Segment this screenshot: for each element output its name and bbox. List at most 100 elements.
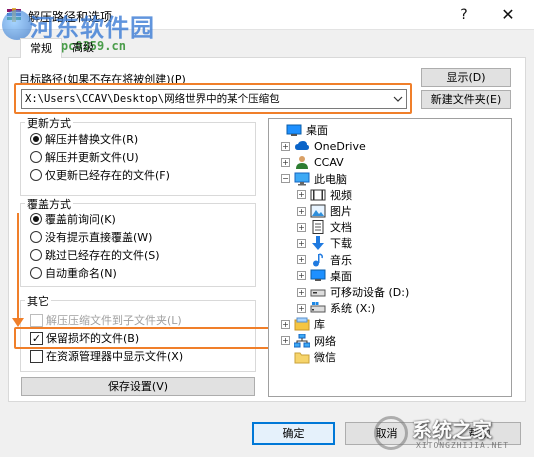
tree-item[interactable]: − 此电脑 (281, 171, 347, 187)
radio-indicator[interactable] (30, 151, 42, 163)
radio-label: 解压并替换文件(R) (45, 133, 139, 146)
tree-item-label: 下载 (330, 237, 352, 251)
radio-label: 跳过已经存在的文件(S) (45, 249, 160, 262)
tree-item[interactable]: 微信 (281, 349, 336, 365)
document-icon (310, 220, 326, 235)
close-button[interactable]: ✕ (496, 4, 520, 26)
update-mode-title: 更新方式 (25, 115, 73, 131)
network-icon (294, 333, 310, 348)
tree-item-label: 库 (314, 318, 325, 332)
radio-label: 自动重命名(N) (45, 267, 117, 280)
expand-icon[interactable]: + (297, 206, 306, 216)
checkbox-extract-to-subfolder: 解压压缩文件到子文件夹(L) (30, 312, 182, 328)
radio-auto-rename[interactable]: 自动重命名(N) (30, 265, 117, 281)
tree-item-label: 此电脑 (314, 172, 347, 186)
radio-extract-replace[interactable]: 解压并替换文件(R) (30, 131, 138, 147)
expand-icon[interactable]: + (297, 303, 306, 313)
misc-title: 其它 (25, 293, 51, 309)
expand-icon[interactable]: + (281, 141, 290, 151)
radio-label: 没有提示直接覆盖(W) (45, 231, 153, 244)
expand-icon[interactable]: + (297, 190, 306, 200)
tree-item-label: 可移动设备 (D:) (330, 286, 410, 299)
tree-item-label: 视频 (330, 188, 352, 202)
tree-item[interactable]: + 视频 (297, 187, 352, 203)
desktop-icon (286, 123, 302, 137)
annotation-arrow-line (17, 213, 19, 321)
watermark-bottom-site-name: 系统之家 (412, 418, 492, 442)
radio-indicator[interactable] (30, 133, 42, 145)
annotation-arrow-head-icon (12, 318, 24, 327)
radio-ask-before-overwrite[interactable]: 覆盖前询问(K) (30, 211, 116, 227)
tree-item[interactable]: 桌面 (273, 122, 328, 138)
tree-item-label: 微信 (314, 350, 336, 364)
tab-general[interactable]: 常规 (20, 38, 62, 58)
save-settings-button[interactable]: 保存设置(V) (21, 377, 255, 396)
collapse-icon[interactable]: − (281, 174, 290, 184)
tree-item[interactable]: + 图片 (297, 203, 352, 219)
tree-item[interactable]: + 网络 (281, 333, 336, 349)
expand-icon[interactable]: + (281, 319, 290, 329)
tree-item[interactable]: + 文档 (297, 219, 352, 235)
radio-overwrite-without-prompt[interactable]: 没有提示直接覆盖(W) (30, 229, 152, 245)
radio-indicator[interactable] (30, 249, 42, 261)
removable-drive-icon (310, 285, 326, 299)
user-icon (294, 155, 310, 170)
radio-extract-update[interactable]: 解压并更新文件(U) (30, 149, 139, 165)
radio-label: 仅更新已经存在的文件(F) (45, 169, 170, 182)
tree-item[interactable]: + 可移动设备 (D:) (297, 284, 409, 300)
folder-tree[interactable]: 桌面 + OneDrive + CCAV − 此电脑 + 视频 + 图片 + 文档 + 下载 + 音乐 + 桌面 + 可… (268, 118, 512, 397)
tree-item[interactable]: + 库 (281, 316, 325, 332)
overwrite-mode-title: 覆盖方式 (25, 196, 73, 212)
picture-icon (310, 204, 326, 218)
radio-indicator[interactable] (30, 267, 42, 279)
music-icon (310, 252, 326, 267)
radio-indicator[interactable] (30, 213, 42, 225)
tree-item[interactable]: + 桌面 (297, 268, 352, 284)
checkbox-label: 解压压缩文件到子文件夹(L) (46, 314, 182, 327)
watermark-bottom-url: XITONGZHIJIA.NET (416, 441, 510, 450)
expand-icon[interactable]: + (297, 222, 306, 232)
path-highlight-box (14, 83, 412, 114)
expand-icon[interactable]: + (281, 157, 290, 167)
expand-icon[interactable]: + (297, 255, 306, 265)
download-icon (310, 236, 326, 251)
tree-item-label: 图片 (330, 205, 352, 218)
tree-item-label: 桌面 (330, 269, 352, 283)
tree-item-label: 系统 (X:) (330, 302, 376, 316)
system-drive-icon (310, 301, 326, 315)
library-icon (294, 317, 310, 331)
radio-fresh-existing[interactable]: 仅更新已经存在的文件(F) (30, 167, 170, 183)
tree-item-label: 桌面 (306, 124, 328, 137)
watermark-bottom: 系统之家 XITONGZHIJIA.NET (372, 410, 534, 457)
computer-icon (294, 172, 310, 186)
checkbox-label: 在资源管理器中显示文件(X) (46, 350, 184, 363)
show-button[interactable]: 显示(D) (421, 68, 511, 87)
ok-button[interactable]: 确定 (252, 422, 335, 445)
tree-item[interactable]: + CCAV (281, 154, 344, 170)
radio-indicator[interactable] (30, 231, 42, 243)
checkbox-show-in-explorer[interactable]: 在资源管理器中显示文件(X) (30, 348, 183, 364)
checkbox-indicator[interactable] (30, 349, 43, 363)
tree-item-label: 网络 (314, 334, 336, 348)
tree-item[interactable]: + 系统 (X:) (297, 300, 375, 316)
expand-icon[interactable]: + (297, 238, 306, 248)
expand-icon[interactable]: + (281, 336, 290, 346)
keep-broken-highlight-box (14, 327, 270, 349)
tree-item-label: OneDrive (314, 139, 366, 153)
tree-item[interactable]: + OneDrive (281, 138, 366, 154)
checkbox-indicator (30, 313, 43, 327)
tree-item-label: 文档 (330, 221, 352, 235)
tree-item[interactable]: + 下载 (297, 235, 352, 251)
folder-icon (294, 350, 310, 364)
tab-advanced[interactable]: 高级 (62, 38, 104, 58)
help-question-button[interactable]: ? (452, 4, 476, 26)
radio-indicator[interactable] (30, 169, 42, 181)
expand-icon[interactable]: + (297, 271, 306, 281)
tree-item[interactable]: + 音乐 (297, 252, 352, 268)
radio-label: 覆盖前询问(K) (45, 213, 116, 226)
radio-skip-existing[interactable]: 跳过已经存在的文件(S) (30, 247, 160, 263)
cloud-icon (294, 139, 310, 153)
expand-icon[interactable]: + (297, 287, 306, 297)
new-folder-button[interactable]: 新建文件夹(E) (421, 90, 511, 109)
desktop-icon (310, 269, 326, 283)
